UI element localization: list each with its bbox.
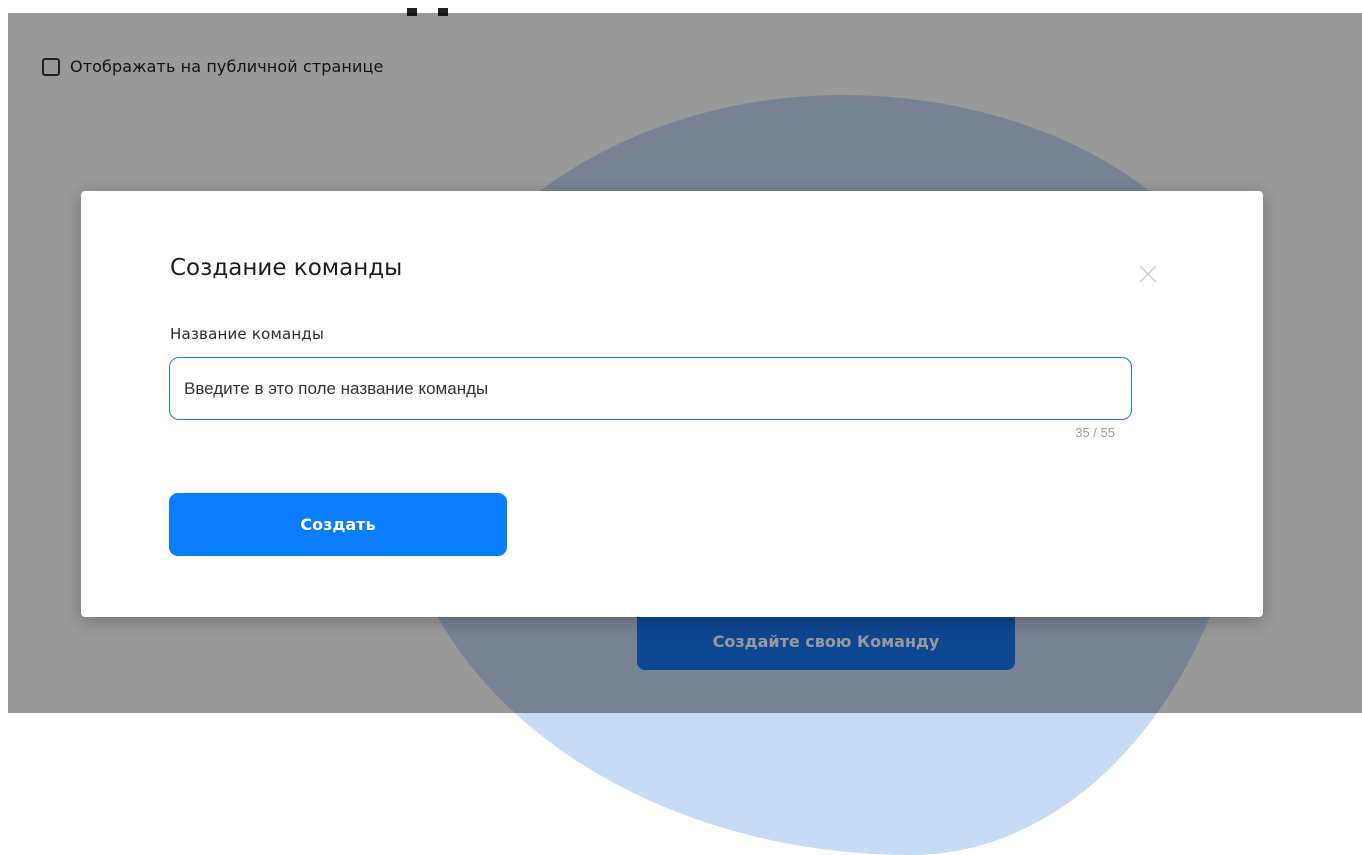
team-name-input[interactable]	[169, 357, 1132, 420]
team-name-label: Название команды	[170, 325, 324, 343]
char-counter: 35 / 55	[1075, 425, 1115, 440]
create-team-modal: Создание команды Название команды 35 / 5…	[81, 191, 1263, 617]
create-button[interactable]: Создать	[169, 493, 507, 556]
close-icon	[1139, 265, 1157, 283]
close-button[interactable]	[1135, 261, 1161, 287]
modal-title: Создание команды	[170, 255, 403, 281]
